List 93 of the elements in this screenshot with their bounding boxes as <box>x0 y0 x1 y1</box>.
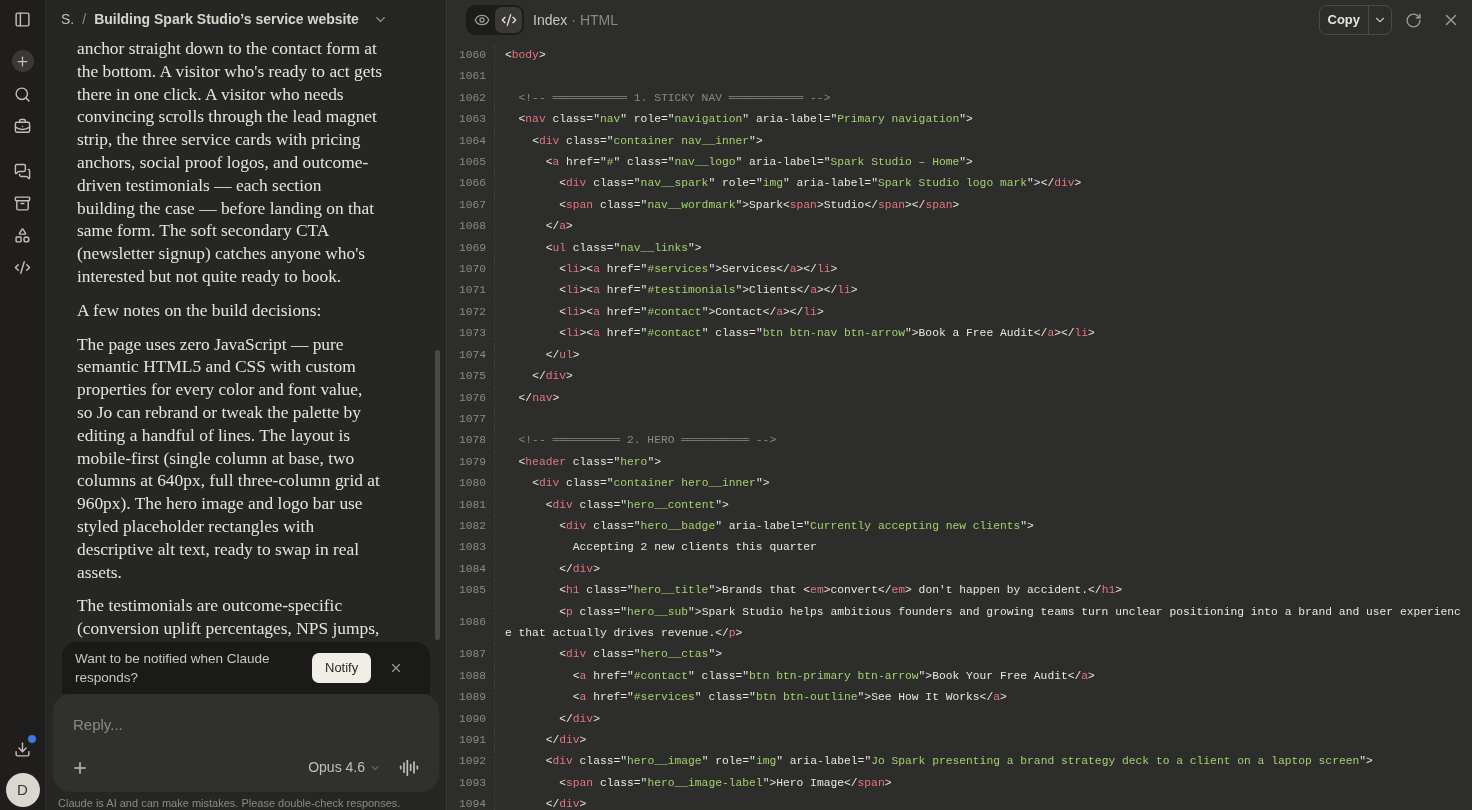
title-separator: · <box>571 10 576 30</box>
line-number: 1068 <box>458 219 486 235</box>
line-number: 1072 <box>458 304 486 320</box>
message-paragraph: A few notes on the build decisions: <box>77 298 323 322</box>
plus-icon <box>15 53 30 69</box>
line-number: 1080 <box>458 476 486 492</box>
artifact-title: Index <box>533 10 568 30</box>
code-line: <!-- ══════════ 2. HERO ══════════ --> <box>517 433 778 449</box>
code-line: <ul class="nav__links"> <box>544 240 703 256</box>
code-line: </ul> <box>544 347 581 363</box>
eye-icon <box>473 12 490 28</box>
code-line: <div class="hero__content"> <box>544 497 730 513</box>
chat-title[interactable]: Building Spark Studio’s service website <box>94 8 359 30</box>
code-line: Accepting 2 new clients this quarter <box>571 540 818 556</box>
line-number: 1089 <box>458 690 486 706</box>
notification-text: Want to be notified when Claude responds? <box>75 650 271 687</box>
line-number: 1065 <box>458 155 486 171</box>
code-line: </div> <box>544 797 588 810</box>
refresh-icon[interactable] <box>1405 11 1422 29</box>
line-number: 1061 <box>458 69 486 85</box>
reply-field[interactable]: Reply... <box>73 714 419 737</box>
code-line: </div> <box>558 711 601 727</box>
code-line: <li><a href="#contact" class="btn btn-nav btn-arrow">Book a Free Audit</a></li> <box>558 326 1096 342</box>
code-icon <box>500 12 517 28</box>
line-number: 1062 <box>458 90 486 106</box>
line-number: 1079 <box>458 454 486 470</box>
line-number: 1094 <box>458 797 486 810</box>
line-number: 1071 <box>458 283 486 299</box>
line-number: 1073 <box>458 326 486 342</box>
line-number: 1066 <box>458 176 486 192</box>
project-label[interactable]: S. <box>61 8 75 30</box>
code-line: </div> <box>531 369 574 385</box>
line-number: 1081 <box>458 497 486 513</box>
line-number: 1077 <box>458 411 486 427</box>
code-line: </div> <box>558 561 601 577</box>
code-line: <h1 class="hero__title">Brands that <em>convert</em> don't happen by accident.</h1> <box>558 583 1123 599</box>
new-chat-button[interactable] <box>11 50 34 72</box>
code-line: <div class="hero__image" role="img" aria-label="Jo Spark presenting a brand strategy deck to a client on a laptop screen"> <box>544 754 1374 770</box>
code-line: <span class="nav__wordmark">Spark<span>Studio</span></span> <box>558 197 961 213</box>
code-line: <a href="#" class="nav__logo" aria-label="Spark Studio – Home"> <box>544 155 974 171</box>
line-number: 1060 <box>458 48 486 63</box>
notify-button[interactable]: Notify <box>312 653 372 683</box>
copy-button[interactable]: Copy <box>1319 6 1369 34</box>
code-line: <nav class="nav" role="navigation" aria-label="Primary navigation"> <box>517 112 974 128</box>
line-number: 1093 <box>458 775 486 791</box>
line-number: 1067 <box>458 197 486 213</box>
line-number: 1086 <box>458 615 486 631</box>
line-number: 1091 <box>458 733 486 748</box>
line-number: 1092 <box>458 754 486 770</box>
download-icon <box>14 740 31 758</box>
code-line: </div> <box>544 733 588 748</box>
code-line: <body> <box>504 48 547 63</box>
line-number: 1087 <box>458 647 486 663</box>
code-line: <li><a href="#contact">Contact</a></li> <box>558 304 825 320</box>
disclaimer-text: Claude is AI and can make mistakes. Please double-check responses. <box>58 796 401 810</box>
line-number: 1084 <box>458 561 486 577</box>
code-line: <a href="#services" class="btn btn-outline">See How It Works</a> <box>571 690 1008 706</box>
code-line: <div class="hero__badge" aria-label="Currently accepting new clients"> <box>558 518 1035 534</box>
line-number: 1064 <box>458 133 486 149</box>
code-line: <header class="hero"> <box>517 454 662 470</box>
code-line: <li><a href="#services">Services</a></li> <box>558 262 839 278</box>
line-number: 1090 <box>458 711 486 727</box>
line-number: 1074 <box>458 347 486 363</box>
code-line: <span class="hero__image-label">Hero Image</span> <box>558 775 893 791</box>
voice-icon[interactable] <box>399 757 419 778</box>
line-number: 1088 <box>458 668 486 684</box>
code-line: <a href="#contact" class="btn btn-primary btn-arrow">Book Your Free Audit</a> <box>571 668 1096 684</box>
file-type-label: HTML <box>579 10 619 30</box>
code-line: <div class="container hero__inner"> <box>531 476 771 492</box>
line-number: 1078 <box>458 433 486 449</box>
model-selector[interactable]: Opus 4.6 <box>308 757 381 778</box>
line-number: 1075 <box>458 369 486 385</box>
code-line: <!-- ═══════════ 1. STICKY NAV ═══════════ --> <box>517 90 832 106</box>
line-number: 1069 <box>458 240 486 256</box>
code-line: <div class="nav__spark" role="img" aria-label="Spark Studio logo mark"></div> <box>558 176 1083 192</box>
code-line: </nav> <box>517 390 561 406</box>
line-number: 1085 <box>458 583 486 599</box>
code-line: <div class="hero__ctas"> <box>558 647 723 663</box>
code-line: </a> <box>544 219 574 235</box>
message-paragraph: The testimonials are outcome-specific (conversion uplift percentages, NPS jumps, <box>77 594 381 640</box>
message-paragraph: The page uses zero JavaScript — pure semantic HTML5 and CSS with custom properties for every color and font value, so Jo can rebrand or tweak the palette by editing a handful of lines. The layout is mobile-first (single column at base, two columns at 640px, full three-column grid at 960px). The hero image and logo bar use styled placeholder rectangles with descriptive alt text, ready to swap in real assets. <box>77 332 381 584</box>
line-number: 1070 <box>458 262 486 278</box>
code-tab[interactable] <box>495 7 522 33</box>
code-line: <div class="container nav__inner"> <box>531 133 764 149</box>
chat-scrollbar[interactable] <box>435 350 440 640</box>
line-number: 1063 <box>458 112 486 128</box>
breadcrumb-separator: / <box>82 9 87 29</box>
user-avatar[interactable]: D <box>5 773 40 807</box>
line-number: 1082 <box>458 518 486 534</box>
code-line: <li><a href="#testimonials">Clients</a></li> <box>558 283 859 299</box>
message-paragraph: anchor straight down to the contact form at the bottom. A visitor who's ready to act gets there in one click. A visitor who needs convincing scrolls through the lead magnet strip, the three service cards with pricing anchors, social proof logos, and outcome-driven testimonials — each section building the case — before landing on that same form. The soft secondary CTA (newsletter signup) catches anyone who's interested but not quite ready to book. <box>77 38 382 288</box>
line-number: 1083 <box>458 540 486 556</box>
line-number: 1076 <box>458 390 486 406</box>
